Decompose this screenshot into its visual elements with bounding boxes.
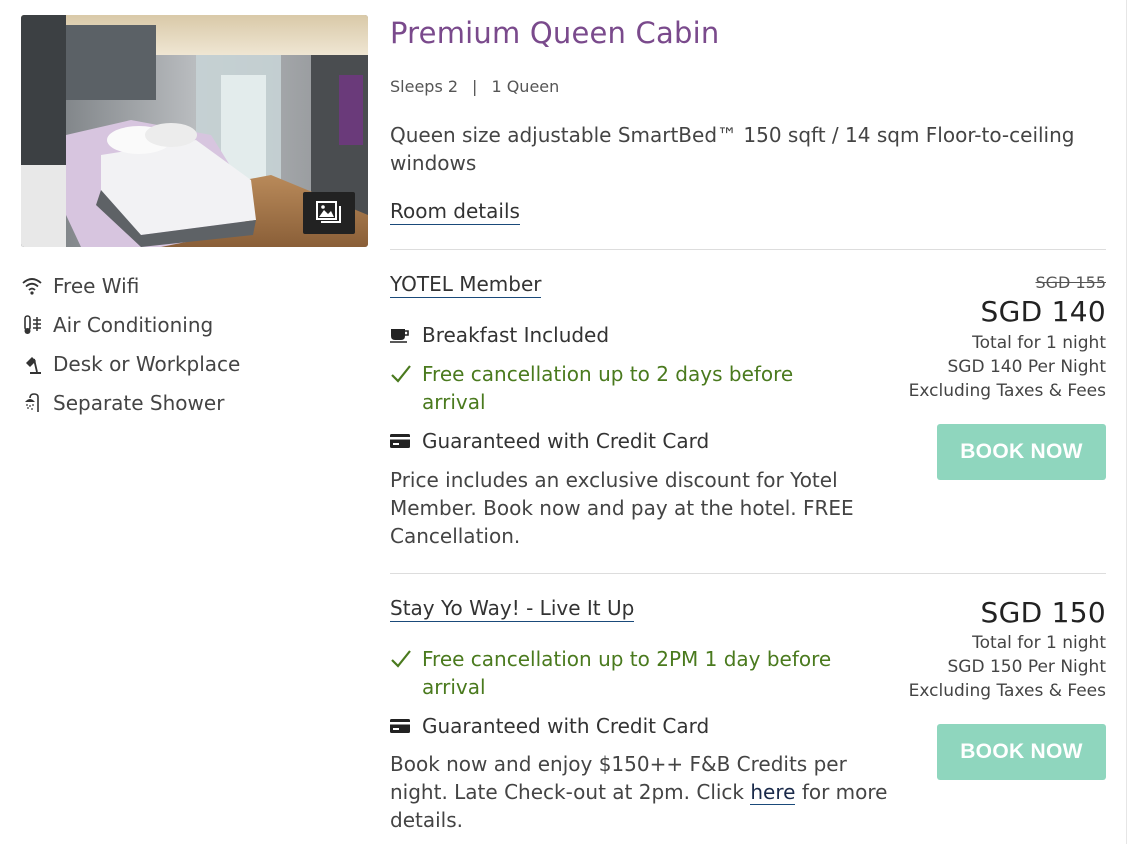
- shower-icon: [21, 392, 43, 414]
- air-conditioning-icon: [21, 314, 43, 336]
- credit-card-icon: [390, 427, 412, 455]
- amenity-label: Separate Shower: [53, 390, 225, 415]
- book-now-button[interactable]: BOOK NOW: [937, 724, 1106, 780]
- coffee-cup-icon: [390, 321, 412, 349]
- meta-separator: |: [472, 77, 478, 96]
- per-night-text: SGD 150 Per Night: [947, 657, 1106, 677]
- image-gallery-button[interactable]: [303, 192, 355, 234]
- rate-name-link[interactable]: YOTEL Member: [390, 272, 542, 298]
- book-now-button[interactable]: BOOK NOW: [937, 424, 1106, 480]
- amenity-label: Air Conditioning: [53, 312, 214, 337]
- sleeps-text: Sleeps 2: [390, 77, 459, 96]
- check-icon: [390, 360, 412, 388]
- room-meta: Sleeps 2 | 1 Queen: [390, 77, 559, 96]
- rate-card: YOTEL Member Breakfast Included Free can…: [390, 272, 1106, 562]
- room-details-link[interactable]: Room details: [390, 199, 520, 225]
- rate-feature-text: Breakfast Included: [422, 323, 610, 347]
- image-gallery-icon: [316, 201, 342, 225]
- rate-feature-text: Free cancellation up to 2 days before ar…: [422, 362, 794, 414]
- here-link[interactable]: here: [750, 780, 796, 805]
- beds-text: 1 Queen: [491, 77, 560, 96]
- amenity-item: Separate Shower: [21, 383, 351, 422]
- amenity-item: Free Wifi: [21, 266, 351, 305]
- section-divider: [390, 573, 1106, 574]
- original-price: SGD 155: [1035, 273, 1107, 292]
- rate-name-link[interactable]: Stay Yo Way! - Live It Up: [390, 596, 635, 622]
- total-text: Total for 1 night: [972, 333, 1106, 353]
- rate-card: Stay Yo Way! - Live It Up Free cancellat…: [390, 596, 1106, 844]
- rate-description: Book now and enjoy $150++ F&B Credits pe…: [390, 750, 890, 834]
- amenity-item: Desk or Workplace: [21, 344, 351, 383]
- desk-lamp-icon: [21, 353, 43, 375]
- rate-feature: Free cancellation up to 2PM 1 day before…: [390, 645, 862, 701]
- amenities-list: Free Wifi Air Conditioning Desk or Workp…: [21, 266, 351, 422]
- check-icon: [390, 645, 412, 673]
- page-edge-divider: [1126, 0, 1127, 844]
- rate-feature-text: Guaranteed with Credit Card: [422, 429, 710, 453]
- rate-feature-text: Free cancellation up to 2PM 1 day before…: [422, 647, 832, 699]
- taxes-text: Excluding Taxes & Fees: [908, 381, 1106, 401]
- rate-feature: Guaranteed with Credit Card: [390, 427, 709, 455]
- room-title: Premium Queen Cabin: [390, 16, 720, 50]
- current-price: SGD 150: [980, 596, 1106, 629]
- credit-card-icon: [390, 712, 412, 740]
- amenity-label: Desk or Workplace: [53, 351, 241, 376]
- section-divider: [390, 249, 1106, 250]
- taxes-text: Excluding Taxes & Fees: [908, 681, 1106, 701]
- rate-feature: Breakfast Included: [390, 321, 609, 349]
- room-description: Queen size adjustable SmartBed™ 150 sqft…: [390, 123, 1075, 175]
- rate-feature: Free cancellation up to 2 days before ar…: [390, 360, 862, 416]
- rate-feature: Guaranteed with Credit Card: [390, 712, 709, 740]
- rate-description: Price includes an exclusive discount for…: [390, 468, 854, 548]
- total-text: Total for 1 night: [972, 633, 1106, 653]
- current-price: SGD 140: [980, 295, 1106, 328]
- amenity-item: Air Conditioning: [21, 305, 351, 344]
- per-night-text: SGD 140 Per Night: [947, 357, 1106, 377]
- wifi-icon: [21, 275, 43, 297]
- rate-feature-text: Guaranteed with Credit Card: [422, 714, 710, 738]
- amenity-label: Free Wifi: [53, 273, 140, 298]
- room-photo[interactable]: [21, 15, 368, 247]
